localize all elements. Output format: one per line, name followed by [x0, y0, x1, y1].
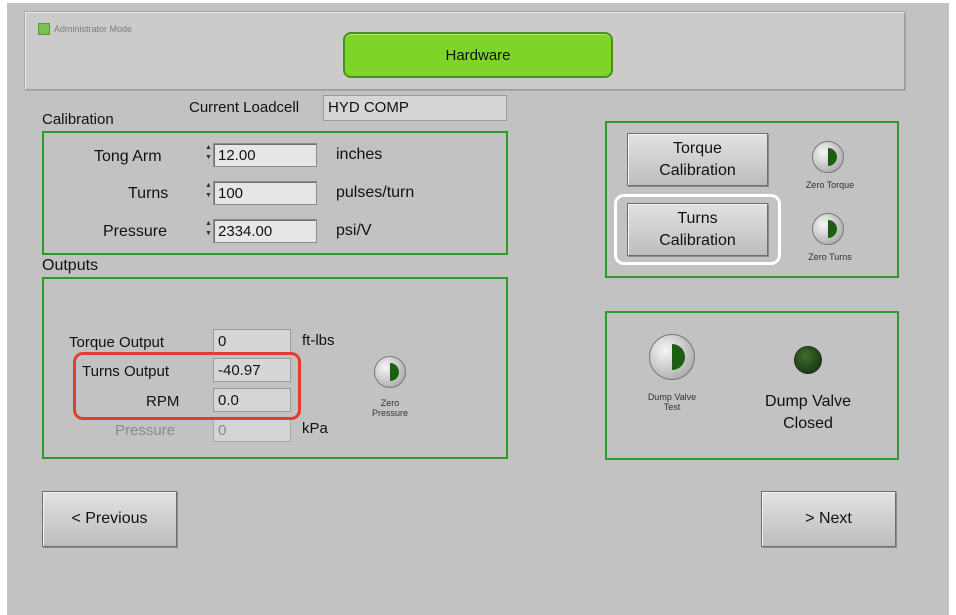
- turns-unit: pulses/turn: [336, 184, 415, 201]
- dump-valve-status-led-icon: [794, 346, 822, 374]
- calibration-section-label: Calibration: [42, 111, 114, 128]
- loadcell-label: Current Loadcell: [189, 99, 300, 116]
- pressure-cal-input[interactable]: 2334.00: [213, 219, 317, 243]
- pressure-spinner-icon[interactable]: ▲ ▼: [205, 219, 212, 241]
- tong-arm-unit: inches: [336, 146, 383, 163]
- torque-output-value: 0: [213, 329, 291, 353]
- dump-valve-status-line1: Dump Valve: [765, 393, 851, 410]
- tong-arm-input[interactable]: 12.00: [213, 143, 317, 167]
- pressure-output-unit: kPa: [302, 420, 328, 437]
- tong-arm-label: Tong Arm: [94, 148, 162, 165]
- zero-pressure-label: Zero Pressure: [371, 398, 408, 418]
- header-bar: Administrator Mode Hardware: [24, 11, 906, 91]
- outputs-section-label: Outputs: [42, 257, 99, 274]
- turns-rpm-highlight: [73, 352, 301, 420]
- turns-calibration-highlight: [614, 194, 781, 265]
- previous-button[interactable]: < Previous: [42, 491, 177, 547]
- zero-torque-knob-icon[interactable]: [812, 141, 844, 173]
- turns-spinner-icon[interactable]: ▲ ▼: [205, 181, 212, 203]
- next-button[interactable]: > Next: [761, 491, 896, 547]
- admin-mode-label: Administrator Mode: [54, 24, 133, 34]
- torque-calibration-button[interactable]: Torque Calibration: [627, 133, 768, 186]
- admin-mode-indicator: Administrator Mode: [38, 23, 132, 35]
- pressure-output-value: 0: [213, 418, 291, 442]
- dump-valve-group: [605, 311, 899, 460]
- torque-output-label: Torque Output: [69, 334, 165, 351]
- zero-pressure-knob-icon[interactable]: [374, 356, 406, 388]
- pressure-cal-unit: psi/V: [336, 222, 372, 239]
- admin-led-icon: [38, 23, 50, 35]
- tong-arm-spinner-icon[interactable]: ▲ ▼: [205, 143, 212, 165]
- turns-label: Turns: [128, 185, 169, 202]
- dump-valve-status-line2: Closed: [783, 415, 833, 432]
- pressure-output-label: Pressure: [115, 422, 176, 439]
- torque-output-unit: ft-lbs: [302, 332, 335, 349]
- zero-turns-label: Zero Turns: [808, 252, 852, 262]
- dump-valve-test-knob-icon[interactable]: [649, 334, 695, 380]
- zero-turns-knob-icon[interactable]: [812, 213, 844, 245]
- loadcell-value-field: HYD COMP: [323, 95, 507, 121]
- turns-input[interactable]: 100: [213, 181, 317, 205]
- dump-valve-test-label: Dump Valve Test: [647, 392, 697, 412]
- hardware-button[interactable]: Hardware: [343, 32, 613, 78]
- pressure-cal-label: Pressure: [103, 223, 168, 240]
- zero-torque-label: Zero Torque: [805, 180, 855, 190]
